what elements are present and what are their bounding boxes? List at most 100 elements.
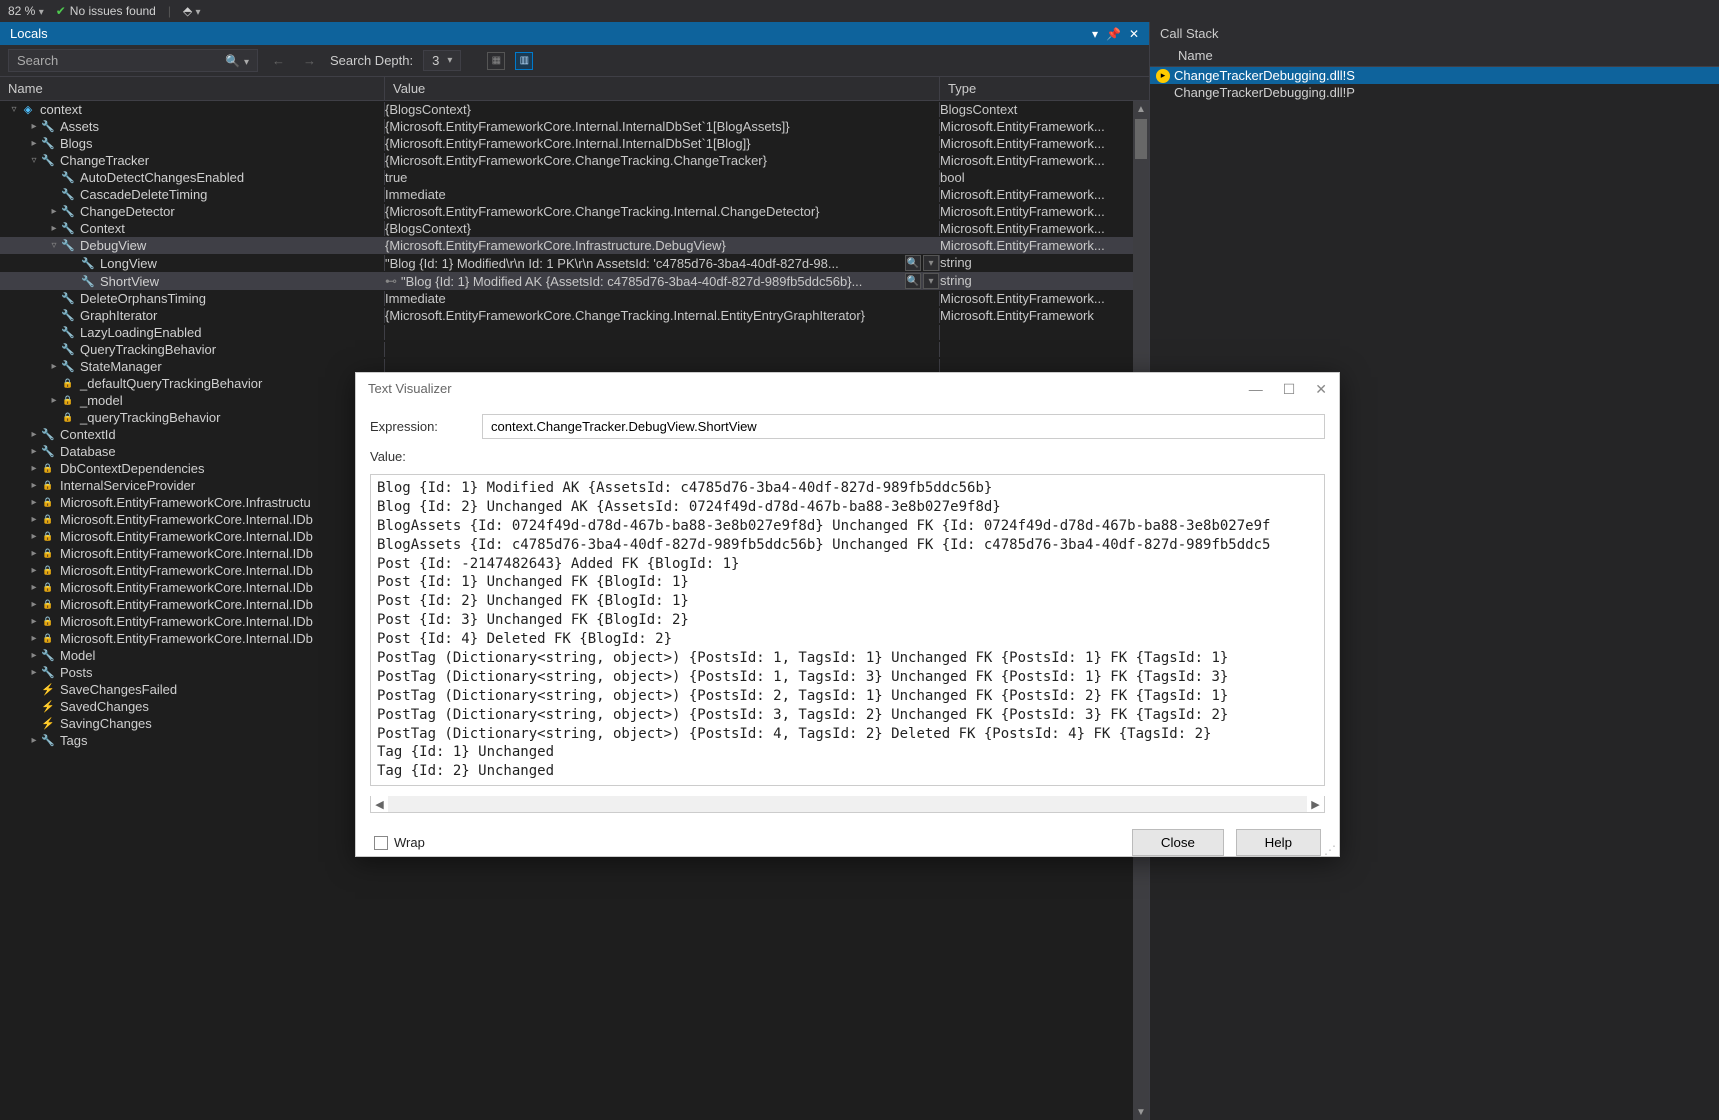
pin-icon[interactable]: ⊷ [385,274,397,288]
help-button[interactable]: Help [1236,829,1321,856]
expander-icon[interactable]: ▸ [28,599,40,610]
node-name: ChangeDetector [80,204,175,219]
expander-icon[interactable]: ▸ [48,223,60,234]
search-depth-select[interactable]: 3▾ [423,50,461,71]
node-type: string [940,273,1149,289]
scroll-thumb[interactable] [1135,119,1147,159]
close-icon[interactable]: ✕ [1129,27,1139,41]
window-position-icon[interactable]: ▾ [1092,27,1098,41]
node-name: ContextId [60,427,116,442]
node-name: Tags [60,733,87,748]
tree-row[interactable]: ▿🔧DebugView{Microsoft.EntityFrameworkCor… [0,237,1149,254]
expander-icon[interactable]: ▸ [48,206,60,217]
visualizer-icon[interactable]: 🔍 [905,255,921,271]
column-value[interactable]: Value [385,77,940,100]
value-textarea[interactable]: Blog {Id: 1} Modified AK {AssetsId: c478… [370,474,1325,786]
dropdown-icon[interactable]: ▾ [923,255,939,271]
callstack-row[interactable]: ▸ChangeTrackerDebugging.dll!S [1150,67,1719,84]
tree-row[interactable]: 🔧AutoDetectChangesEnabledtruebool [0,169,1149,186]
search-icon[interactable]: 🔍 [225,54,240,68]
callstack-panel-title[interactable]: Call Stack [1150,22,1719,45]
expander-icon[interactable]: ▸ [28,531,40,542]
visualizer-icon[interactable]: 🔍 [905,273,921,289]
minimize-icon[interactable]: — [1249,381,1263,398]
callstack-row[interactable]: ChangeTrackerDebugging.dll!P [1150,84,1719,101]
tree-row[interactable]: ▸🔧Assets{Microsoft.EntityFrameworkCore.I… [0,118,1149,135]
node-name: Microsoft.EntityFrameworkCore.Infrastruc… [60,495,311,510]
tree-row[interactable]: ▸🔧Blogs{Microsoft.EntityFrameworkCore.In… [0,135,1149,152]
tree-row[interactable]: 🔧LongView"Blog {Id: 1} Modified\r\n Id: … [0,254,1149,272]
search-input[interactable]: Search 🔍 ▾ [8,49,258,72]
wrench-icon: 🔧 [60,292,76,306]
tree-row[interactable]: 🔧ShortView⊷"Blog {Id: 1} Modified AK {As… [0,272,1149,290]
event-icon: ⚡ [40,700,56,714]
scroll-left-icon[interactable]: ◀ [371,798,388,811]
pin-icon[interactable]: 📌 [1106,27,1121,41]
search-depth-label: Search Depth: [330,53,413,68]
expander-icon[interactable]: ▸ [28,138,40,149]
expander-icon[interactable]: ▸ [48,395,60,406]
tree-row[interactable]: 🔧GraphIterator{Microsoft.EntityFramework… [0,307,1149,324]
expander-icon[interactable]: ▸ [48,361,60,372]
tree-row[interactable]: 🔧CascadeDeleteTimingImmediateMicrosoft.E… [0,186,1149,203]
tag-icon[interactable]: ⬘ ▾ [183,4,201,18]
node-name: SavedChanges [60,699,149,714]
tree-row[interactable]: 🔧DeleteOrphansTimingImmediateMicrosoft.E… [0,290,1149,307]
callstack-name-column[interactable]: Name [1178,48,1213,63]
expander-icon[interactable]: ▸ [28,480,40,491]
zoom-level[interactable]: 82 % ▾ [8,4,44,18]
expander-icon[interactable]: ▸ [28,667,40,678]
expander-icon[interactable]: ▸ [28,429,40,440]
node-type [940,342,1149,357]
tree-row[interactable]: 🔧LazyLoadingEnabled [0,324,1149,341]
nav-back-icon[interactable]: ← [268,51,289,70]
lock-icon: 🔒 [40,564,56,578]
lock-icon: 🔒 [40,615,56,629]
scroll-down-icon[interactable]: ▼ [1133,1104,1149,1120]
scroll-right-icon[interactable]: ▶ [1307,798,1324,811]
tree-row[interactable]: ▿🔧ChangeTracker{Microsoft.EntityFramewor… [0,152,1149,169]
dialog-title: Text Visualizer [368,381,452,398]
top-status-bar: 82 % ▾ ✔No issues found | ⬘ ▾ [0,0,1719,22]
scroll-up-icon[interactable]: ▲ [1133,101,1149,117]
expander-icon[interactable]: ▿ [8,104,20,115]
expander-icon[interactable]: ▸ [28,463,40,474]
expander-icon[interactable]: ▸ [28,735,40,746]
node-name: Model [60,648,95,663]
close-button[interactable]: Close [1132,829,1224,856]
tree-row[interactable]: ▸🔧ChangeDetector{Microsoft.EntityFramewo… [0,203,1149,220]
expander-icon[interactable]: ▿ [48,240,60,251]
tree-row[interactable]: 🔧QueryTrackingBehavior [0,341,1149,358]
value-label: Value: [370,449,470,464]
expander-icon[interactable]: ▸ [28,548,40,559]
node-value: Immediate [385,291,939,306]
expander-icon[interactable]: ▸ [28,565,40,576]
tree-row[interactable]: ▸🔧Context{BlogsContext}Microsoft.EntityF… [0,220,1149,237]
expander-icon[interactable]: ▸ [28,121,40,132]
expander-icon[interactable]: ▸ [28,650,40,661]
tree-row[interactable]: ▿◈context{BlogsContext}BlogsContext [0,101,1149,118]
wrap-checkbox[interactable]: Wrap [374,835,425,850]
resize-grip-icon[interactable]: ⋰ [1324,847,1336,853]
filter-icon[interactable]: ▦ [487,52,505,70]
expander-icon[interactable]: ▸ [28,582,40,593]
event-icon: ⚡ [40,717,56,731]
column-type[interactable]: Type [940,77,1149,100]
expander-icon[interactable]: ▸ [28,497,40,508]
expression-input[interactable] [482,414,1325,439]
view-mode-icon[interactable]: ▥ [515,52,533,70]
expander-icon[interactable]: ▸ [28,514,40,525]
horizontal-scrollbar[interactable]: ◀ ▶ [370,796,1325,813]
issues-status[interactable]: ✔No issues found [56,4,156,18]
close-icon[interactable]: ✕ [1315,381,1327,398]
locals-panel-title[interactable]: Locals ▾ 📌 ✕ [0,22,1149,45]
expander-icon[interactable]: ▸ [28,616,40,627]
expander-icon[interactable]: ▿ [28,155,40,166]
locals-toolbar: Search 🔍 ▾ ← → Search Depth: 3▾ ▦ ▥ [0,45,1149,77]
maximize-icon[interactable]: ☐ [1283,381,1296,398]
nav-forward-icon[interactable]: → [299,51,320,70]
expander-icon[interactable]: ▸ [28,633,40,644]
column-name[interactable]: Name [0,77,385,100]
dropdown-icon[interactable]: ▾ [923,273,939,289]
expander-icon[interactable]: ▸ [28,446,40,457]
